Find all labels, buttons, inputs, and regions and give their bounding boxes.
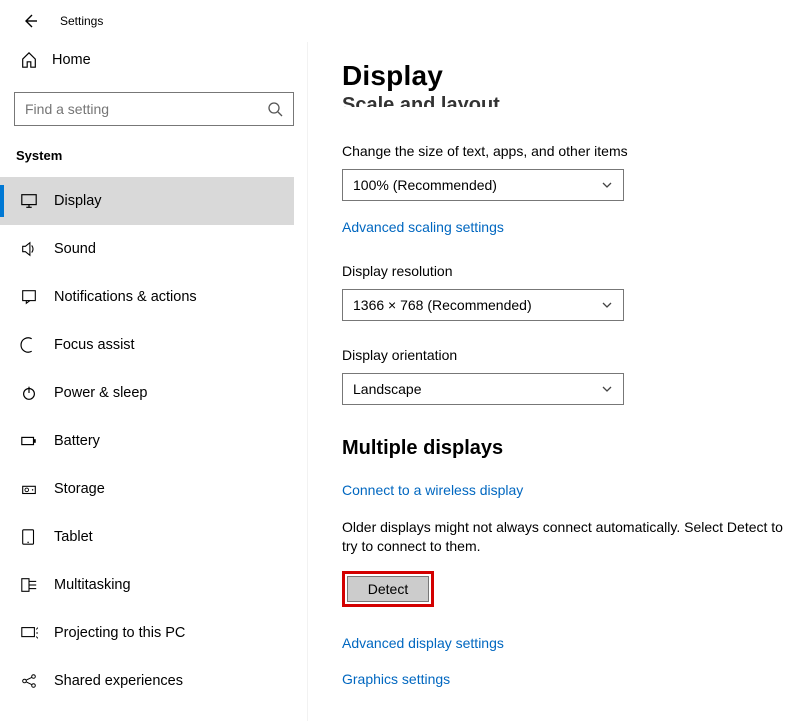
- sidebar-item-label: Projecting to this PC: [54, 625, 185, 641]
- projecting-icon: [18, 624, 40, 642]
- sidebar-item-storage[interactable]: Storage: [0, 465, 294, 513]
- advanced-scaling-link[interactable]: Advanced scaling settings: [342, 219, 504, 235]
- sidebar-item-tablet[interactable]: Tablet: [0, 513, 294, 561]
- sidebar-item-label: Notifications & actions: [54, 289, 197, 305]
- orientation-label: Display orientation: [342, 347, 793, 363]
- search-input[interactable]: [25, 101, 267, 117]
- sidebar-item-label: Battery: [54, 433, 100, 449]
- battery-icon: [18, 432, 40, 450]
- resolution-value: 1366 × 768 (Recommended): [353, 297, 532, 313]
- sidebar-item-multitasking[interactable]: Multitasking: [0, 561, 294, 609]
- tablet-icon: [18, 528, 40, 546]
- page-title: Display: [342, 60, 793, 92]
- orientation-select[interactable]: Landscape: [342, 373, 624, 405]
- sidebar-item-power-sleep[interactable]: Power & sleep: [0, 369, 294, 417]
- home-label: Home: [52, 52, 91, 68]
- sidebar-item-label: Shared experiences: [54, 673, 183, 689]
- wireless-display-link[interactable]: Connect to a wireless display: [342, 482, 523, 498]
- detect-button[interactable]: Detect: [347, 576, 429, 602]
- scale-select[interactable]: 100% (Recommended): [342, 169, 624, 201]
- window-title: Settings: [60, 14, 103, 28]
- sidebar-item-sound[interactable]: Sound: [0, 225, 294, 273]
- sidebar-item-shared[interactable]: Shared experiences: [0, 657, 294, 705]
- back-button[interactable]: [18, 9, 42, 33]
- sidebar-item-projecting[interactable]: Projecting to this PC: [0, 609, 294, 657]
- focus-icon: [18, 336, 40, 354]
- sidebar-item-focus-assist[interactable]: Focus assist: [0, 321, 294, 369]
- resolution-select[interactable]: 1366 × 768 (Recommended): [342, 289, 624, 321]
- main-content: Display Scale and layout Change the size…: [308, 42, 793, 721]
- search-input-container[interactable]: [14, 92, 294, 126]
- sidebar-item-label: Display: [54, 193, 102, 209]
- scale-label: Change the size of text, apps, and other…: [342, 143, 793, 159]
- chevron-down-icon: [601, 383, 613, 395]
- nav-list: Display Sound Notifications & actions Fo…: [0, 177, 294, 705]
- sidebar-item-notifications[interactable]: Notifications & actions: [0, 273, 294, 321]
- multitasking-icon: [18, 576, 40, 594]
- sidebar-item-label: Sound: [54, 241, 96, 257]
- sidebar: Home System Display Sound Notifications …: [0, 42, 308, 721]
- category-label: System: [16, 148, 294, 163]
- resolution-label: Display resolution: [342, 263, 793, 279]
- storage-icon: [18, 480, 40, 498]
- arrow-left-icon: [22, 13, 38, 29]
- home-button[interactable]: Home: [14, 42, 294, 78]
- sidebar-item-label: Power & sleep: [54, 385, 148, 401]
- detect-button-highlight: Detect: [342, 571, 434, 607]
- detect-description: Older displays might not always connect …: [342, 518, 784, 557]
- sidebar-item-display[interactable]: Display: [0, 177, 294, 225]
- notifications-icon: [18, 288, 40, 306]
- search-icon: [267, 101, 283, 117]
- power-icon: [18, 384, 40, 402]
- sidebar-item-label: Focus assist: [54, 337, 135, 353]
- shared-icon: [18, 672, 40, 690]
- sidebar-item-label: Tablet: [54, 529, 93, 545]
- scale-value: 100% (Recommended): [353, 177, 497, 193]
- chevron-down-icon: [601, 299, 613, 311]
- graphics-settings-link[interactable]: Graphics settings: [342, 671, 450, 687]
- sidebar-item-battery[interactable]: Battery: [0, 417, 294, 465]
- section-scale-title: Scale and layout: [342, 94, 793, 117]
- advanced-display-link[interactable]: Advanced display settings: [342, 635, 504, 651]
- orientation-value: Landscape: [353, 381, 422, 397]
- multi-displays-title: Multiple displays: [342, 437, 793, 460]
- sidebar-item-label: Multitasking: [54, 577, 131, 593]
- sidebar-item-label: Storage: [54, 481, 105, 497]
- display-icon: [18, 192, 40, 210]
- sound-icon: [18, 240, 40, 258]
- chevron-down-icon: [601, 179, 613, 191]
- home-icon: [18, 51, 40, 69]
